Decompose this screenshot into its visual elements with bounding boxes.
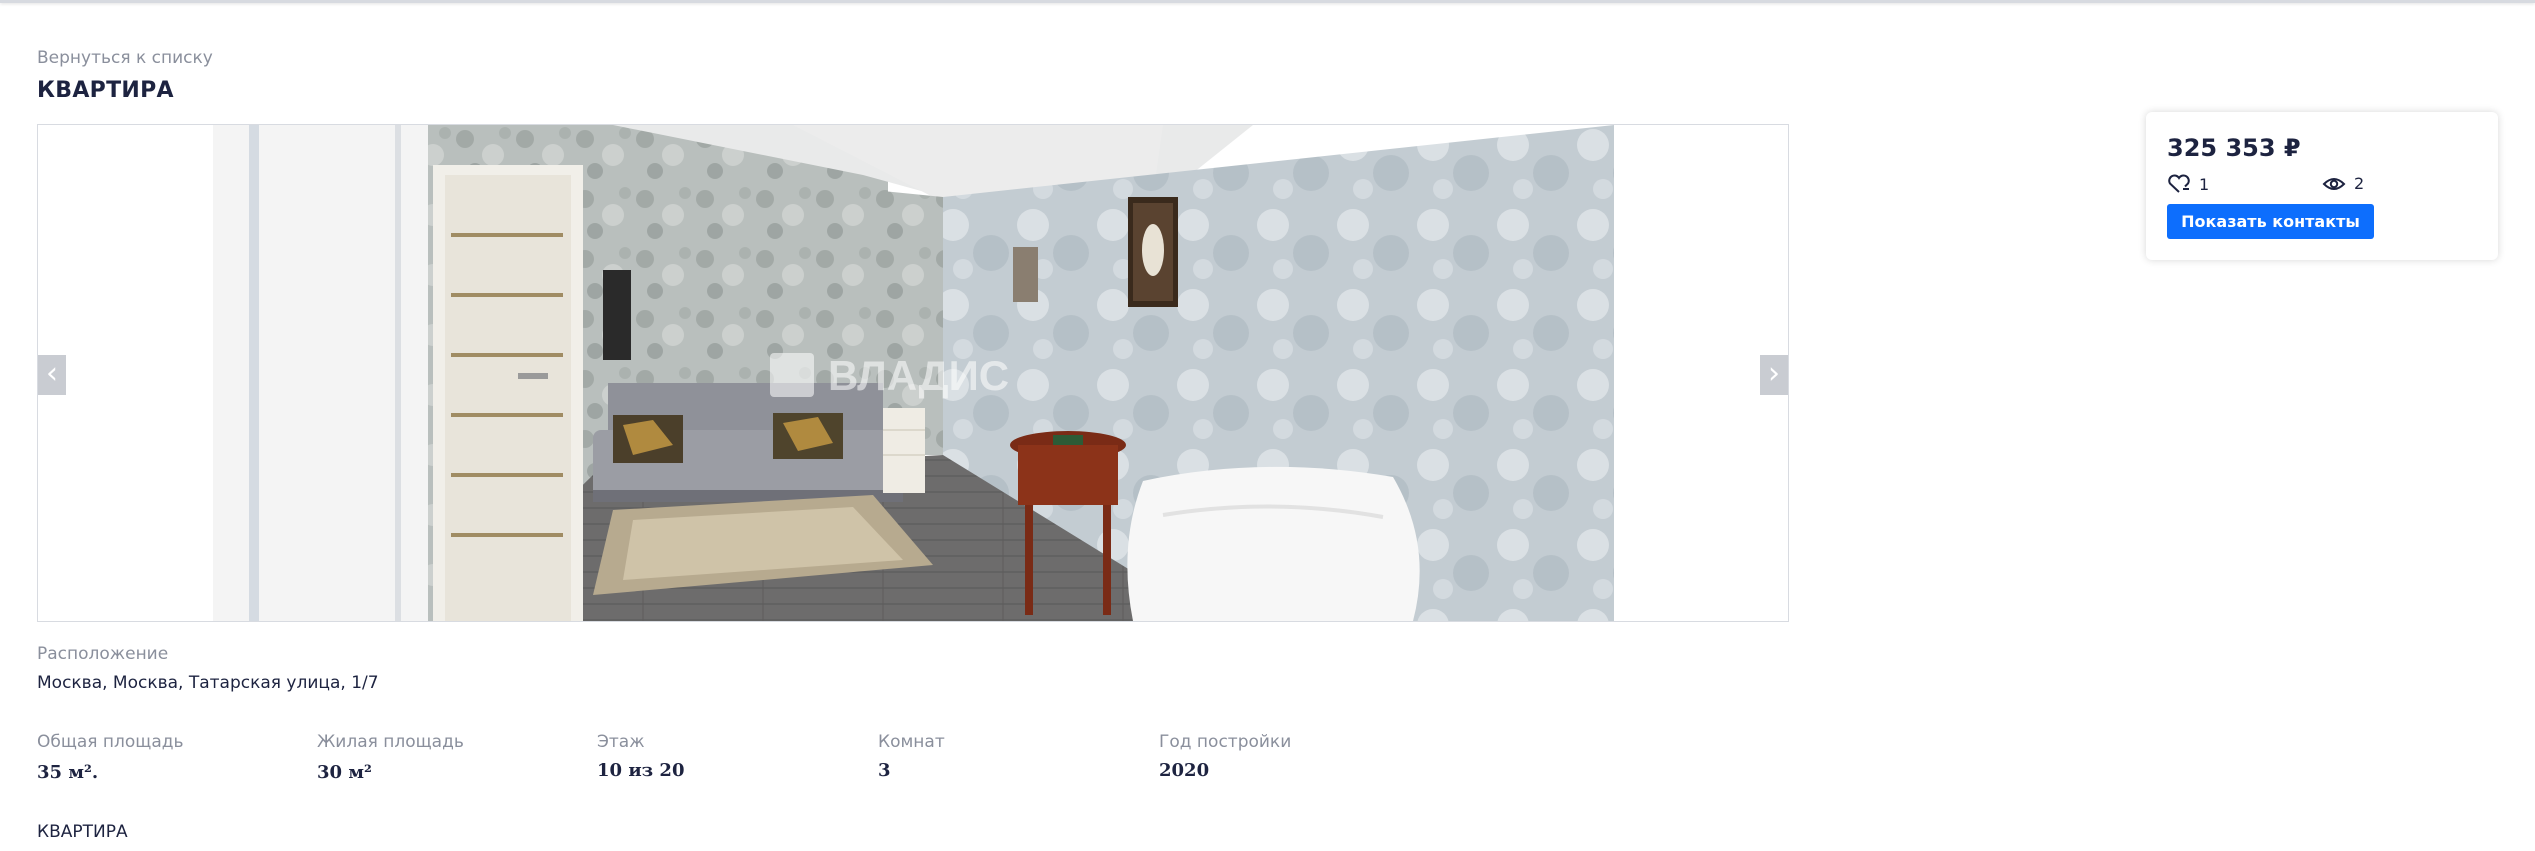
total-area-value: 35 м². <box>37 762 99 783</box>
location-label: Расположение <box>37 644 169 664</box>
apartment-photo: ВЛАДИС <box>213 125 1614 621</box>
watermark-text: ВЛАДИС <box>828 352 1009 399</box>
top-bar <box>0 0 2535 3</box>
views-count: 2 <box>2354 174 2365 193</box>
back-to-list-link[interactable]: Вернуться к списку <box>37 48 213 68</box>
rooms-label: Комнат <box>878 732 945 752</box>
price-value: 325 353 ₽ <box>2167 134 2301 162</box>
build-year-value: 2020 <box>1159 760 1210 781</box>
favorites-count: 1 <box>2199 174 2210 194</box>
gallery-prev-button[interactable]: ‹ <box>38 355 66 395</box>
build-year-label: Год постройки <box>1159 732 1292 752</box>
location-address: Москва, Москва, Татарская улица, 1/7 <box>37 673 379 693</box>
floor-value: 10 из 20 <box>597 760 685 781</box>
total-area-label: Общая площадь <box>37 732 184 752</box>
eye-icon <box>2322 175 2346 193</box>
property-type-label: КВАРТИРА <box>37 822 128 842</box>
photo-gallery: ВЛАДИС ‹ › <box>37 124 1789 622</box>
gallery-next-button[interactable]: › <box>1760 355 1788 395</box>
floor-label: Этаж <box>597 732 645 752</box>
show-contacts-button[interactable]: Показать контакты <box>2167 204 2374 239</box>
heart-icon[interactable] <box>2167 174 2191 194</box>
views-stat: 2 <box>2322 174 2364 193</box>
rooms-value: 3 <box>878 760 891 781</box>
favorites-stat[interactable]: 1 <box>2167 174 2209 194</box>
living-area-label: Жилая площадь <box>317 732 464 752</box>
price-card: 325 353 ₽ 1 2 Показать контакты <box>2146 112 2498 260</box>
page-title: КВАРТИРА <box>37 78 174 103</box>
living-area-value: 30 м² <box>317 762 372 783</box>
